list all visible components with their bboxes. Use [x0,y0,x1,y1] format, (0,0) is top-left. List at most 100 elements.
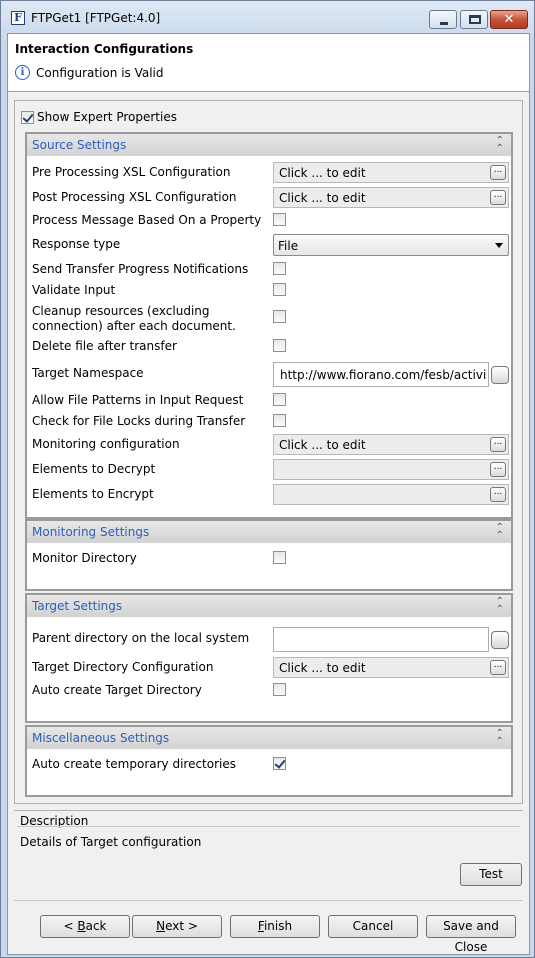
description-panel: Description Details of Target configurat… [14,810,523,858]
parent-dir-row: Parent directory on the local system [32,627,510,652]
divider [17,826,520,827]
target-namespace-browse-button[interactable] [491,366,509,384]
show-expert-label: Show Expert Properties [37,110,177,124]
allow-patterns-checkbox[interactable] [273,393,286,406]
section-title: Source Settings [32,138,127,152]
properties-panel: Show Expert Properties Source Settings ⌃… [14,100,523,804]
auto-temp-label: Auto create temporary directories [32,757,237,771]
post-xsl-row: Post Processing XSL Configuration Click … [32,187,510,208]
response-type-value: File [278,239,299,253]
next-suffix: ext > [165,919,198,933]
target-namespace-input[interactable]: http://www.fiorano.com/fesb/activity/ [273,362,489,387]
allow-patterns-row: Allow File Patterns in Input Request [32,390,510,410]
collapse-icon[interactable]: ⌃ ⌃ [496,523,504,541]
cleanup-checkbox[interactable] [273,310,286,323]
dialog-client: Interaction Configurations i Configurati… [7,33,530,955]
monitoring-settings-header[interactable]: Monitoring Settings ⌃ ⌃ [27,521,511,543]
chevron-down-icon [495,243,503,248]
delete-file-checkbox[interactable] [273,339,286,352]
send-progress-checkbox[interactable] [273,262,286,275]
back-mnemonic: B [77,919,86,933]
parent-dir-input[interactable] [273,627,489,652]
encrypt-edit-button[interactable]: ... [490,487,506,502]
title-bar[interactable]: F FTPGet1 [FTPGet:4.0] ✕ [1,1,534,31]
monitoring-cfg-row: Monitoring configuration Click ... to ed… [32,434,510,455]
page-title: Interaction Configurations [15,42,194,56]
pre-xsl-row: Pre Processing XSL Configuration Click .… [32,162,510,183]
window-title: FTPGet1 [FTPGet:4.0] [31,11,161,25]
target-settings-header[interactable]: Target Settings ⌃ ⌃ [27,595,511,617]
collapse-icon[interactable]: ⌃ ⌃ [496,729,504,747]
misc-settings-header[interactable]: Miscellaneous Settings ⌃ ⌃ [27,727,511,749]
finish-button[interactable]: Finish [230,915,320,938]
close-icon: ✕ [503,12,515,27]
close-button[interactable]: ✕ [490,10,528,29]
target-dir-cfg-row: Target Directory Configuration Click ...… [32,657,510,678]
target-dir-cfg-field[interactable]: Click ... to edit... [273,657,509,678]
back-button[interactable]: < Back [40,915,130,938]
monitoring-cfg-field[interactable]: Click ... to edit... [273,434,509,455]
auto-create-row: Auto create Target Directory [32,680,510,700]
monitoring-cfg-value: Click ... to edit [279,438,366,452]
validate-label: Validate Input [32,283,116,297]
minimize-button[interactable] [429,10,457,29]
check-locks-row: Check for File Locks during Transfer [32,411,510,431]
post-xsl-edit-button[interactable]: ... [490,190,506,205]
save-and-close-button[interactable]: Save and Close [426,915,516,954]
check-locks-label: Check for File Locks during Transfer [32,414,246,428]
maximize-icon [469,15,481,24]
misc-settings-section: Miscellaneous Settings ⌃ ⌃ Auto create te… [25,725,513,797]
parent-dir-browse-button[interactable] [491,631,509,649]
auto-create-label: Auto create Target Directory [32,683,202,697]
section-title: Monitoring Settings [32,525,150,539]
monitoring-cfg-edit-button[interactable]: ... [490,437,506,452]
allow-patterns-label: Allow File Patterns in Input Request [32,393,244,407]
auto-temp-row: Auto create temporary directories [32,754,510,774]
pre-xsl-label: Pre Processing XSL Configuration [32,165,231,179]
info-icon: i [15,65,30,80]
app-icon: F [11,11,25,25]
section-title: Miscellaneous Settings [32,731,170,745]
pre-xsl-edit-button[interactable]: ... [490,165,506,180]
divider [14,900,523,901]
pre-xsl-field[interactable]: Click ... to edit... [273,162,509,183]
response-type-select[interactable]: File [273,234,509,256]
monitor-dir-checkbox[interactable] [273,551,286,564]
header-panel: Interaction Configurations i Configurati… [8,34,529,92]
collapse-icon[interactable]: ⌃ ⌃ [496,136,504,154]
response-type-label: Response type [32,237,121,251]
encrypt-label: Elements to Encrypt [32,487,154,501]
back-prefix: < [63,919,78,933]
target-namespace-label: Target Namespace [32,366,144,380]
target-namespace-value: http://www.fiorano.com/fesb/activity/ [280,368,486,382]
check-locks-checkbox[interactable] [273,414,286,427]
cleanup-row: Cleanup resources (excluding connection)… [32,304,510,333]
maximize-button[interactable] [460,10,488,29]
description-text: Details of Target configuration [20,835,202,849]
delete-file-label: Delete file after transfer [32,339,177,353]
next-button[interactable]: Next > [132,915,222,938]
cleanup-label: Cleanup resources (excluding connection)… [32,304,236,333]
source-settings-section: Source Settings ⌃ ⌃ Pre Processing XSL Co… [25,132,513,519]
monitor-dir-label: Monitor Directory [32,551,137,565]
target-dir-cfg-label: Target Directory Configuration [32,660,214,674]
test-button[interactable]: Test [460,863,522,886]
decrypt-edit-button[interactable]: ... [490,462,506,477]
validate-row: Validate Input [32,280,510,300]
target-dir-cfg-edit-button[interactable]: ... [490,660,506,675]
source-settings-header[interactable]: Source Settings ⌃ ⌃ [27,134,511,156]
show-expert-checkbox[interactable] [21,111,34,124]
auto-create-checkbox[interactable] [273,683,286,696]
encrypt-field[interactable]: ... [273,484,509,505]
validate-checkbox[interactable] [273,283,286,296]
collapse-icon[interactable]: ⌃ ⌃ [496,597,504,615]
next-mnemonic: N [156,919,166,933]
pre-xsl-value: Click ... to edit [279,166,366,180]
section-title: Target Settings [32,599,123,613]
process-prop-checkbox[interactable] [273,213,286,226]
auto-temp-checkbox[interactable] [273,757,286,770]
cancel-button[interactable]: Cancel [328,915,418,938]
decrypt-field[interactable]: ... [273,459,509,480]
finish-suffix: inish [263,919,293,933]
post-xsl-field[interactable]: Click ... to edit... [273,187,509,208]
